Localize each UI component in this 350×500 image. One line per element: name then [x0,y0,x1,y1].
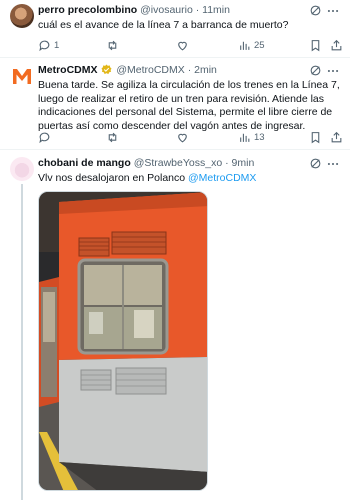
avatar[interactable] [10,4,34,28]
reply-button[interactable]: 1 [38,38,59,52]
thread-line [21,184,23,500]
view-count: 13 [254,131,265,143]
tweet-header: MetroCDMX @MetroCDMX · 2min [38,64,340,78]
avatar[interactable] [10,157,34,181]
retweet-icon [108,40,117,50]
grok-icon[interactable] [309,157,322,170]
verified-badge-icon [101,64,112,75]
reply-count: 1 [54,39,60,51]
grok-icon[interactable] [309,64,322,77]
user-handle[interactable]: @MetroCDMX [116,64,184,76]
tweet-text: Buena tarde. Se agiliza la circulación d… [38,79,340,132]
more-icon[interactable] [326,64,340,78]
like-button[interactable] [176,130,192,144]
timeline-feed: perro precolombino @ivosaurio · 11min cu… [0,0,350,500]
bookmark-button[interactable] [309,38,322,52]
mention-link[interactable]: @MetroCDMX [188,172,256,184]
separator: · [225,157,229,169]
share-icon [331,131,342,142]
bookmark-button[interactable] [309,130,322,144]
share-button[interactable] [330,38,343,52]
user-handle[interactable]: @ivosaurio [140,4,193,16]
separator: · [195,4,200,16]
metro-train-photo [39,192,207,490]
like-button[interactable] [176,38,192,52]
display-name[interactable]: chobani de mango [38,157,131,169]
like-icon [178,133,187,142]
grok-icon[interactable] [309,4,322,17]
reply-icon [39,40,50,51]
views-button[interactable]: 13 [238,130,265,144]
tweet-metrocdmx[interactable]: MetroCDMX @MetroCDMX · 2min Buena tarde.… [0,58,350,150]
bookmark-icon [311,131,320,143]
more-icon[interactable] [326,157,340,171]
timestamp[interactable]: 2min [194,64,217,76]
tweet-text: Vlv nos desalojaron en Polanco @MetroCDM… [38,172,340,186]
views-icon [240,41,250,50]
view-count: 25 [254,39,265,51]
retweet-button[interactable] [106,130,122,144]
tweet-actions: 1 25 [38,38,343,52]
tweet-actions: 13 [38,130,343,144]
views-button[interactable]: 25 [238,38,265,52]
tweet-perro-precolombino[interactable]: perro precolombino @ivosaurio · 11min cu… [0,0,350,58]
retweet-icon [108,132,117,142]
bookmark-icon [311,39,320,51]
timestamp[interactable]: 9min [232,157,255,169]
more-icon[interactable] [326,4,340,18]
display-name[interactable]: perro precolombino [38,4,137,16]
user-handle[interactable]: @StrawbeYoss_xo [134,157,223,169]
avatar[interactable] [10,64,34,88]
share-button[interactable] [330,130,343,144]
tweet-header: perro precolombino @ivosaurio · 11min [38,4,340,18]
share-icon [331,39,342,50]
tweet-chobani-de-mango[interactable]: chobani de mango @StrawbeYoss_xo · 9min … [0,150,350,500]
timestamp[interactable]: 11min [202,4,230,16]
views-icon [240,133,250,142]
tweet-text-body: Vlv nos desalojaron en Polanco [38,172,189,184]
tweet-text: cuál es el avance de la línea 7 a barran… [38,19,289,31]
reply-button[interactable] [38,130,54,144]
retweet-button[interactable] [106,38,122,52]
display-name[interactable]: MetroCDMX [38,64,98,76]
tweet-header: chobani de mango @StrawbeYoss_xo · 9min [38,157,340,171]
separator: · [187,64,192,76]
like-icon [178,41,187,50]
metro-logo-icon [10,64,34,88]
tweet-photo[interactable] [38,191,208,491]
reply-icon [39,132,50,143]
